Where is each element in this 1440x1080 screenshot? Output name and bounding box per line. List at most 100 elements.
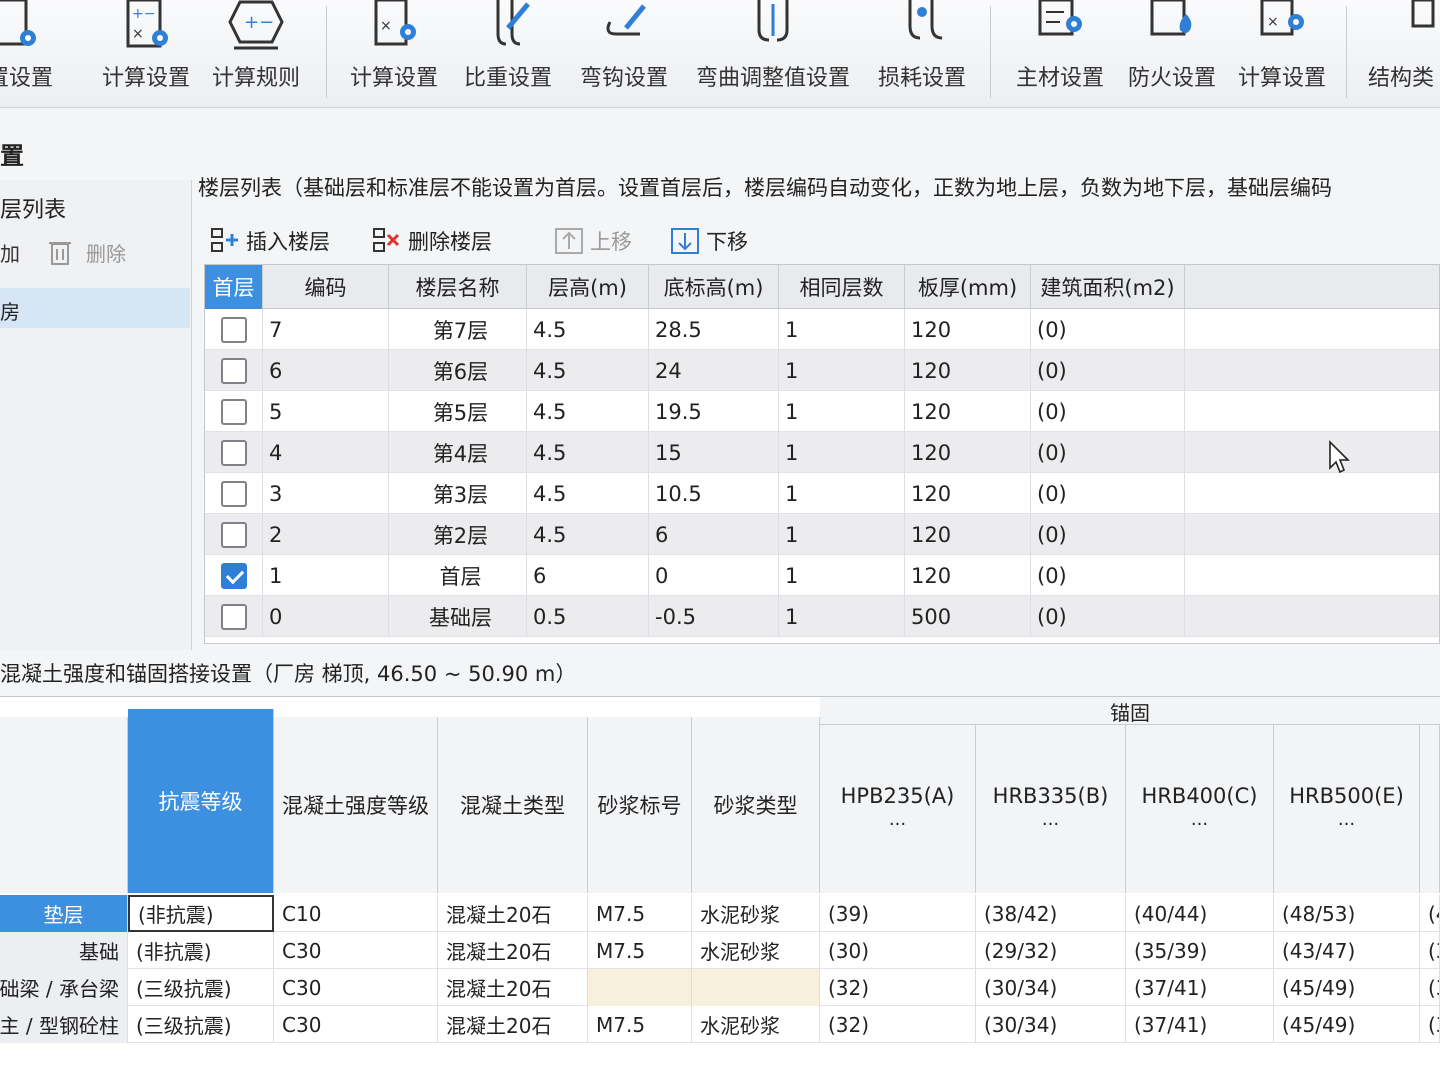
col-header-code[interactable]: 编码 (263, 265, 389, 309)
cell-component-name[interactable]: 主 / 型钢砼柱 (0, 1006, 128, 1043)
cell-floor-area[interactable]: (0) (1031, 555, 1185, 596)
cell-floor-area[interactable]: (0) (1031, 350, 1185, 391)
cell-hpb235[interactable]: (39) (820, 895, 976, 932)
cell-mortar-type[interactable]: 水泥砂浆 (692, 1006, 820, 1043)
floor-row[interactable]: 2 第2层 4.5 6 1 120 (0) (205, 514, 1439, 555)
first-floor-checkbox[interactable] (221, 440, 247, 466)
first-floor-checkbox[interactable] (221, 481, 247, 507)
cell-slab-thickness[interactable]: 120 (905, 473, 1031, 514)
first-floor-checkbox[interactable] (221, 399, 247, 425)
col-header-hrb400[interactable]: HRB400(C) ··· (1126, 725, 1274, 893)
cell-floor-area[interactable]: (0) (1031, 309, 1185, 350)
cell-same-count[interactable]: 1 (779, 309, 905, 350)
cell-concrete-strength[interactable]: C10 (274, 895, 438, 932)
cell-floor-height[interactable]: 4.5 (527, 350, 649, 391)
move-up-button[interactable]: 上移 (554, 224, 632, 258)
cell-code[interactable]: 5 (263, 391, 389, 432)
cell-base-elevation[interactable]: 0 (649, 555, 779, 596)
cell-code[interactable]: 1 (263, 555, 389, 596)
col-header-mortar-grade[interactable]: 砂浆标号 (588, 717, 692, 893)
first-floor-checkbox[interactable] (221, 522, 247, 548)
col-header-mortar-type[interactable]: 砂浆类型 (692, 717, 820, 893)
floor-row[interactable]: 0 基础层 0.5 -0.5 1 500 (0) (205, 596, 1439, 637)
cell-hrb400[interactable]: (37/41) (1126, 1006, 1274, 1043)
cell-base-elevation[interactable]: 10.5 (649, 473, 779, 514)
cell-code[interactable]: 3 (263, 473, 389, 514)
cell-seismic-grade[interactable]: (非抗震) (128, 932, 274, 969)
cell-more[interactable]: (4 (1420, 895, 1440, 932)
building-list-item-selected[interactable]: 房 (0, 288, 190, 328)
cell-same-count[interactable]: 1 (779, 391, 905, 432)
cell-hrb335[interactable]: (30/34) (976, 1006, 1126, 1043)
ribbon-button-main-material[interactable]: 主材设置 (1008, 0, 1112, 104)
cell-concrete-strength[interactable]: C30 (274, 932, 438, 969)
col-header-floor-name[interactable]: 楼层名称 (389, 265, 527, 309)
cell-seismic-grade[interactable]: (非抗震) (128, 895, 274, 932)
cell-floor-height[interactable]: 6 (527, 555, 649, 596)
cell-floor-area[interactable]: (0) (1031, 473, 1185, 514)
cell-hpb235[interactable]: (32) (820, 1006, 976, 1043)
cell-same-count[interactable]: 1 (779, 350, 905, 391)
concrete-row[interactable]: 主 / 型钢砼柱 (三级抗震) C30 混凝土20石 M7.5 水泥砂浆 (32) (30/3… (0, 1006, 1440, 1043)
cell-hrb335[interactable]: (29/32) (976, 932, 1126, 969)
cell-floor-height[interactable]: 4.5 (527, 432, 649, 473)
delete-building-button[interactable]: 删除 (86, 238, 126, 267)
col-header-hpb235[interactable]: HPB235(A) ··· (820, 725, 976, 893)
col-header-concrete-type[interactable]: 混凝土类型 (438, 717, 588, 893)
col-header-hrb500[interactable]: HRB500(E) ··· (1274, 725, 1420, 893)
ribbon-button-rebar-weight[interactable]: 比重设置 (456, 0, 560, 104)
cell-concrete-strength[interactable]: C30 (274, 969, 438, 1006)
cell-code[interactable]: 0 (263, 596, 389, 637)
first-floor-checkbox[interactable] (221, 563, 247, 589)
cell-slab-thickness[interactable]: 120 (905, 350, 1031, 391)
cell-hrb400[interactable]: (35/39) (1126, 932, 1274, 969)
ribbon-button-bend-adjust[interactable]: 弯曲调整值设置 (688, 0, 858, 104)
cell-concrete-type[interactable]: 混凝土20石 (438, 969, 588, 1006)
cell-mortar-type[interactable] (692, 969, 820, 1006)
cell-hrb500[interactable]: (45/49) (1274, 969, 1420, 1006)
floor-row[interactable]: 6 第6层 4.5 24 1 120 (0) (205, 350, 1439, 391)
cell-same-count[interactable]: 1 (779, 432, 905, 473)
first-floor-checkbox[interactable] (221, 604, 247, 630)
cell-slab-thickness[interactable]: 120 (905, 432, 1031, 473)
cell-more[interactable]: (3 (1420, 932, 1440, 969)
ribbon-button-fire[interactable]: 防火设置 (1120, 0, 1224, 104)
cell-concrete-type[interactable]: 混凝土20石 (438, 932, 588, 969)
cell-slab-thickness[interactable]: 120 (905, 514, 1031, 555)
col-header-first-floor[interactable]: 首层 (205, 265, 263, 309)
cell-code[interactable]: 7 (263, 309, 389, 350)
cell-hrb500[interactable]: (45/49) (1274, 1006, 1420, 1043)
concrete-row[interactable]: 垫层 (非抗震) C10 混凝土20石 M7.5 水泥砂浆 (39) (38/42) (40/4… (0, 895, 1440, 932)
cell-same-count[interactable]: 1 (779, 555, 905, 596)
col-header-floor-area[interactable]: 建筑面积(m2) (1031, 265, 1185, 309)
first-floor-checkbox[interactable] (221, 358, 247, 384)
cell-concrete-strength[interactable]: C30 (274, 1006, 438, 1043)
cell-mortar-type[interactable]: 水泥砂浆 (692, 895, 820, 932)
ribbon-button-calc-settings-1[interactable]: +− × 计算设置 (96, 0, 196, 104)
cell-code[interactable]: 2 (263, 514, 389, 555)
cell-seismic-grade[interactable]: (三级抗震) (128, 969, 274, 1006)
cell-code[interactable]: 6 (263, 350, 389, 391)
cell-base-elevation[interactable]: -0.5 (649, 596, 779, 637)
ribbon-button-hook[interactable]: 弯钩设置 (572, 0, 676, 104)
cell-hrb335[interactable]: (38/42) (976, 895, 1126, 932)
ribbon-button-calc-rule[interactable]: +− 计算规则 (206, 0, 306, 104)
cell-component-name[interactable]: 垫层 (0, 895, 128, 932)
col-header-same-count[interactable]: 相同层数 (779, 265, 905, 309)
cell-mortar-grade[interactable] (588, 969, 692, 1006)
col-header-floor-height[interactable]: 层高(m) (527, 265, 649, 309)
cell-hrb500[interactable]: (48/53) (1274, 895, 1420, 932)
cell-more[interactable]: (3 (1420, 969, 1440, 1006)
cell-floor-height[interactable]: 4.5 (527, 391, 649, 432)
floor-row[interactable]: 1 首层 6 0 1 120 (0) (205, 555, 1439, 596)
cell-base-elevation[interactable]: 19.5 (649, 391, 779, 432)
cell-slab-thickness[interactable]: 120 (905, 555, 1031, 596)
insert-floor-button[interactable]: 插入楼层 (210, 224, 330, 258)
first-floor-checkbox[interactable] (221, 317, 247, 343)
add-building-button[interactable]: 加 (0, 238, 20, 267)
cell-code[interactable]: 4 (263, 432, 389, 473)
cell-floor-height[interactable]: 4.5 (527, 309, 649, 350)
floor-row[interactable]: 3 第3层 4.5 10.5 1 120 (0) (205, 473, 1439, 514)
concrete-row[interactable]: 础梁 / 承台梁 (三级抗震) C30 混凝土20石 (32) (30/34) (37/41… (0, 969, 1440, 1006)
col-header-hrb335[interactable]: HRB335(B) ··· (976, 725, 1126, 893)
